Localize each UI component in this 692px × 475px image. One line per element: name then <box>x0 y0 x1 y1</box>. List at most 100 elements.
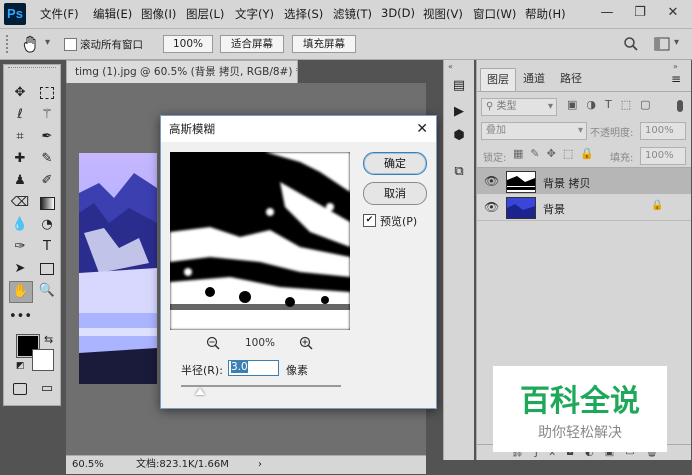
toolbox: ✥ ℓ ⚚ ⌗ ✒ ✚ ✎ ♟ ✐ ⌫ 💧 ◔ ✑ T ➤ ✋ 🔍 ••• ⇆ … <box>3 64 61 406</box>
menu-edit[interactable]: 编辑(E) <box>93 6 132 22</box>
panel-divider <box>477 91 691 92</box>
blend-mode-dropdown[interactable]: 叠加 ▾ <box>481 122 587 140</box>
tab-channels[interactable]: 通道 <box>517 68 551 90</box>
collapse-strip-icon[interactable]: « <box>448 62 453 71</box>
document-tab[interactable]: timg (1).jpg @ 60.5% (背景 拷贝, RGB/8#) * × <box>66 60 298 83</box>
path-selection-tool-icon[interactable]: ➤ <box>9 259 31 279</box>
opacity-input[interactable]: 100% <box>640 122 686 140</box>
tool-preset-dropdown[interactable]: ▾ <box>45 37 50 48</box>
magic-wand-tool-icon[interactable]: ⚚ <box>36 105 58 125</box>
visibility-eye-icon[interactable]: 👁 <box>484 200 499 214</box>
zoom-100-button[interactable]: 100% <box>163 35 213 53</box>
menu-layer[interactable]: 图层(L) <box>186 6 224 22</box>
menu-window[interactable]: 窗口(W) <box>473 6 516 22</box>
properties-panel-icon[interactable]: ⧉ <box>448 162 470 182</box>
zoom-out-icon[interactable] <box>206 336 220 350</box>
rectangle-tool-icon[interactable] <box>36 259 58 279</box>
status-menu-arrow-icon[interactable]: › <box>258 456 262 474</box>
gradient-tool-icon[interactable] <box>36 193 58 213</box>
collapse-panel-icon[interactable]: » <box>673 62 678 71</box>
gaussian-blur-dialog: 高斯模糊 ✕ 确定 取消 ✔ 预览(P) 100% 半径(R): 3.0 像素 <box>160 115 437 409</box>
lasso-tool-icon[interactable]: ℓ <box>9 105 31 125</box>
crop-tool-icon[interactable]: ⌗ <box>9 127 31 147</box>
pen-tool-icon[interactable]: ✑ <box>9 237 31 257</box>
grip-handle[interactable] <box>6 35 11 53</box>
quick-mask-icon[interactable] <box>9 379 31 399</box>
preview-checkbox[interactable]: ✔ <box>363 214 376 227</box>
menu-type[interactable]: 文字(Y) <box>235 6 274 22</box>
menu-3d[interactable]: 3D(D) <box>381 6 415 20</box>
dialog-title-bar[interactable]: 高斯模糊 ✕ <box>161 116 436 142</box>
tab-layers[interactable]: 图层 <box>480 68 516 91</box>
lock-icon: 🔒 <box>651 200 664 211</box>
menu-select[interactable]: 选择(S) <box>284 6 323 22</box>
menu-bar: Ps 文件(F) 编辑(E) 图像(I) 图层(L) 文字(Y) 选择(S) 滤… <box>0 0 692 29</box>
blur-preview[interactable] <box>170 152 350 330</box>
fill-screen-button[interactable]: 填充屏幕 <box>292 35 356 53</box>
search-icon[interactable] <box>623 36 639 52</box>
panel-menu-icon[interactable]: ≡ <box>671 72 681 86</box>
blur-tool-icon[interactable]: 💧 <box>9 215 31 235</box>
menu-view[interactable]: 视图(V) <box>423 6 463 22</box>
type-tool-icon[interactable]: T <box>36 237 58 257</box>
restore-button[interactable]: ❐ <box>625 0 655 26</box>
layer-name: 背景 <box>543 203 565 216</box>
photoshop-logo: Ps <box>4 3 26 25</box>
toolbox-grip[interactable] <box>8 67 56 74</box>
radius-input[interactable]: 3.0 <box>228 360 279 376</box>
screen-mode-icon[interactable]: ▭ <box>36 379 58 399</box>
brush-tool-icon[interactable]: ✎ <box>36 149 58 169</box>
zoom-tool-icon[interactable]: 🔍 <box>36 281 58 301</box>
eyedropper-tool-icon[interactable]: ✒ <box>36 127 58 147</box>
workspace-icon[interactable] <box>654 37 670 51</box>
history-panel-icon[interactable]: ▤ <box>448 76 470 96</box>
menu-file[interactable]: 文件(F) <box>40 6 79 22</box>
fit-screen-button[interactable]: 适合屏幕 <box>220 35 284 53</box>
history-brush-tool-icon[interactable]: ✐ <box>36 171 58 191</box>
actions-panel-icon[interactable]: ▶ <box>448 102 470 122</box>
visibility-eye-icon[interactable]: 👁 <box>484 174 499 188</box>
default-colors-icon[interactable]: ◩ <box>16 361 25 371</box>
filter-kind-dropdown[interactable]: ⚲ 类型 ▾ <box>481 98 557 116</box>
radius-slider-thumb[interactable] <box>195 388 206 395</box>
layer-row-background-copy[interactable]: 👁 背景 拷贝 <box>477 168 691 194</box>
layer-row-background[interactable]: 👁 背景 🔒 <box>477 194 691 221</box>
clone-stamp-tool-icon[interactable]: ♟ <box>9 171 31 191</box>
marquee-tool-icon[interactable] <box>36 83 58 103</box>
cancel-button[interactable]: 取消 <box>363 182 427 205</box>
minimize-button[interactable]: — <box>592 0 622 26</box>
fill-label: 填充: <box>610 153 634 164</box>
workspace-dropdown-icon[interactable]: ▾ <box>674 37 679 48</box>
menu-image[interactable]: 图像(I) <box>141 6 176 22</box>
fill-input[interactable]: 100% <box>640 147 686 165</box>
3d-panel-icon[interactable]: ⬢ <box>448 126 470 146</box>
menu-help[interactable]: 帮助(H) <box>525 6 566 22</box>
preview-zoom-percent: 100% <box>245 337 276 349</box>
scroll-all-checkbox[interactable] <box>64 38 77 51</box>
layer-filter-icons[interactable]: ▣◑T⬚▢ <box>567 98 660 111</box>
radius-slider-track[interactable] <box>181 385 341 387</box>
filter-toggle-icon[interactable] <box>677 100 683 112</box>
unit-label: 像素 <box>286 364 308 377</box>
hand-tool-active-icon[interactable]: ✋ <box>9 281 33 303</box>
options-bar: ▾ 滚动所有窗口 100% 适合屏幕 填充屏幕 ▾ <box>0 29 692 60</box>
scroll-all-label: 滚动所有窗口 <box>80 39 143 51</box>
watermark: 百科全说 助你轻松解决 <box>493 366 667 452</box>
zoom-level[interactable]: 60.5% <box>72 456 104 474</box>
lock-icons[interactable]: ▦✎✥⬚🔒 <box>513 147 601 160</box>
background-color-swatch[interactable] <box>32 349 54 371</box>
edit-toolbar-icon[interactable]: ••• <box>9 307 32 327</box>
dialog-close-icon[interactable]: ✕ <box>416 116 428 142</box>
watermark-title: 百科全说 <box>520 384 640 419</box>
ok-button[interactable]: 确定 <box>363 152 427 175</box>
tab-paths[interactable]: 路径 <box>554 68 588 90</box>
close-window-button[interactable]: ✕ <box>658 0 688 26</box>
healing-brush-tool-icon[interactable]: ✚ <box>9 149 31 169</box>
move-tool-icon[interactable]: ✥ <box>9 83 31 103</box>
menu-filter[interactable]: 滤镜(T) <box>333 6 372 22</box>
eraser-tool-icon[interactable]: ⌫ <box>9 193 31 213</box>
zoom-in-icon[interactable] <box>299 336 313 350</box>
hand-tool-icon[interactable] <box>20 34 42 54</box>
dodge-tool-icon[interactable]: ◔ <box>36 215 58 235</box>
swap-colors-icon[interactable]: ⇆ <box>44 333 53 346</box>
